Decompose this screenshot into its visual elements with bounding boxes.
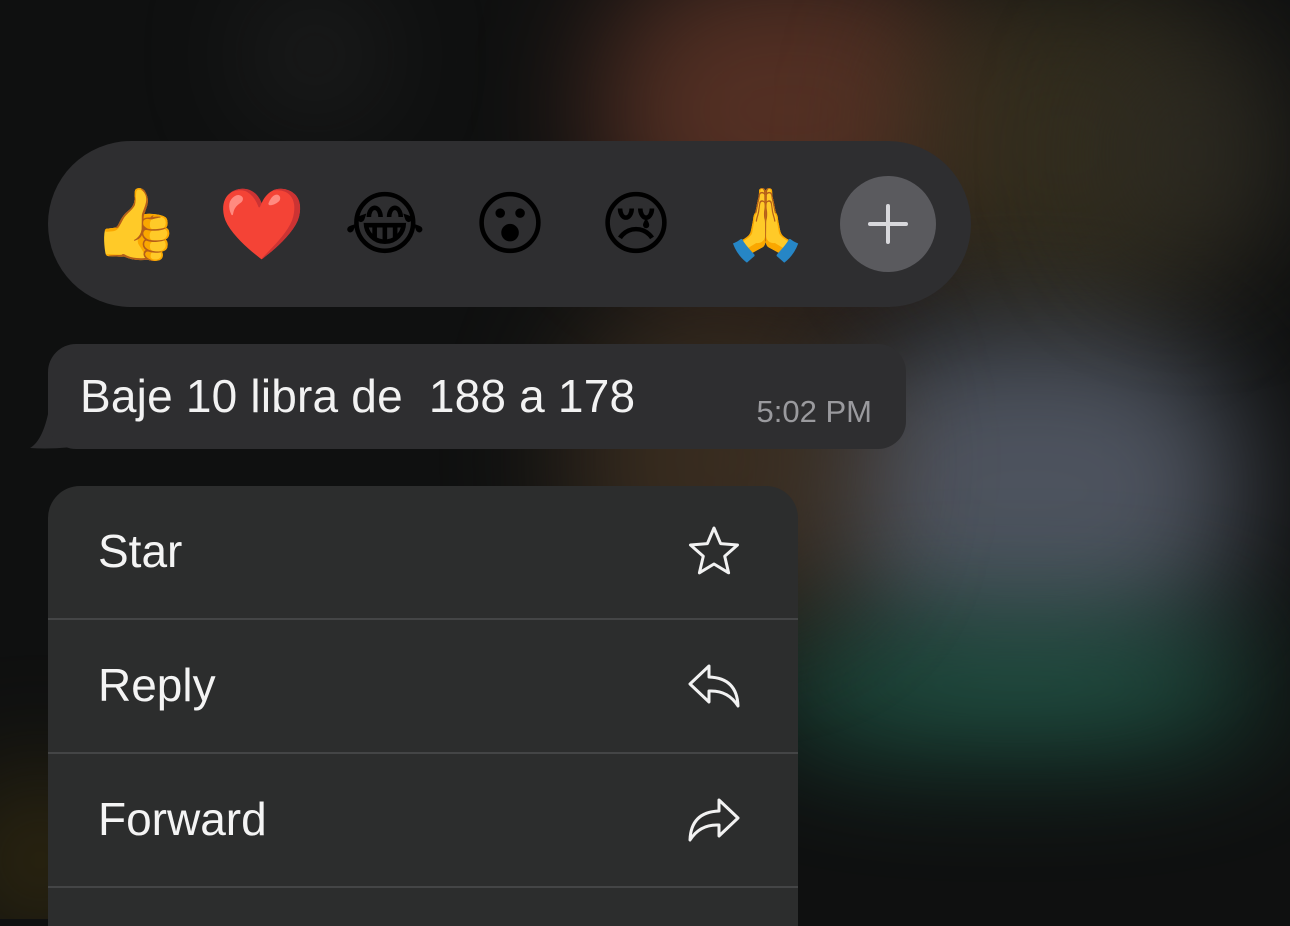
plus-icon [868,204,908,244]
menu-item-label: Forward [98,793,267,845]
message-bubble[interactable]: Baje 10 libra de 188 a 178 5:02 PM [48,344,906,449]
message-text: Baje 10 libra de 188 a 178 [80,370,636,422]
add-reaction-button[interactable] [840,176,936,272]
forward-icon [688,798,740,842]
background-blur-shape [1100,40,1290,270]
message-context-menu: Star Reply Forward [48,486,798,926]
menu-divider [48,886,798,888]
menu-item-label: Reply [98,659,216,711]
background-blur-shape [260,10,370,100]
menu-item-star[interactable]: Star [48,486,798,618]
star-icon [689,526,739,575]
menu-item-reply[interactable]: Reply [48,620,798,752]
reaction-surprised-face[interactable]: 😮 [470,184,550,264]
reply-icon [688,664,740,708]
message-timestamp: 5:02 PM [756,394,872,429]
background-blur-shape [760,620,1260,750]
reaction-tears-of-joy[interactable]: 😂 [344,184,426,264]
reaction-crying-face[interactable]: 😢 [596,184,676,264]
menu-item-forward[interactable]: Forward [48,754,798,886]
reaction-thumbs-up[interactable]: 👍 [92,184,179,264]
menu-item-label: Star [98,525,183,577]
reaction-red-heart[interactable]: ❤️ [218,184,305,264]
reaction-bar: 👍 ❤️ 😂 😮 😢 🙏 [48,141,971,307]
reaction-folded-hands[interactable]: 🙏 [722,184,809,264]
